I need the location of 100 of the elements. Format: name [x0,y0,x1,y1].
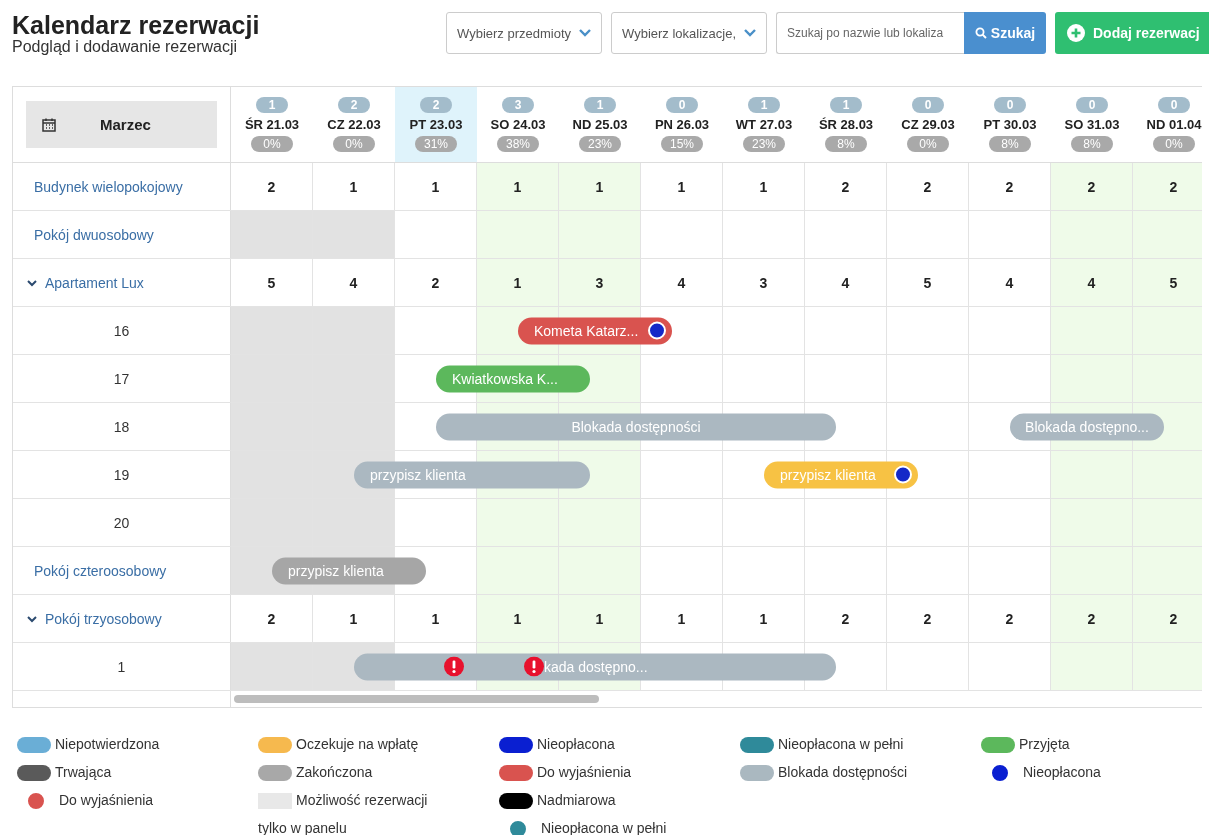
table-cell: 2 [805,163,887,210]
table-cell: 1 [313,595,395,642]
day-label: PT 30.03 [983,117,1037,132]
table-cell: 1 [723,163,805,210]
occupancy-badge: 23% [743,136,785,152]
booking-bar[interactable]: przypisz klienta [354,461,590,488]
day-label: ND 01.04 [1146,117,1202,132]
table-cell: 1 [395,595,477,642]
occupancy-badge: 38% [497,136,539,152]
table-cell: 2 [1051,595,1133,642]
occupancy-badge: 8% [825,136,867,152]
legend-label: Niepotwierdzona [55,736,160,752]
table-cell: 4 [805,259,887,306]
page-subtitle: Podgląd i dodawanie rezerwacji [12,38,238,56]
month-button[interactable]: Marzec [26,101,217,148]
count-badge: 2 [420,97,452,113]
table-cell: 1 [641,595,723,642]
table-cell: 4 [969,259,1051,306]
dropdown[interactable]: Wybierz lokalizacje, [611,12,767,54]
table-cell: 1 [559,163,641,210]
table-cell: 1 [723,595,805,642]
count-badge: 0 [994,97,1026,113]
table-cell: 1 [641,163,723,210]
table-cell: 2 [887,595,969,642]
table-cell: 1 [477,163,559,210]
table-cell: 2 [395,259,477,306]
count-badge: 1 [830,97,862,113]
occupancy-badge: 0% [333,136,375,152]
occupancy-badge: 0% [907,136,949,152]
legend-label: Do wyjaśnienia [537,764,632,780]
occupancy-badge: 8% [1071,136,1113,152]
table-cell: 2 [1133,595,1202,642]
search-field[interactable]: Szukaj po nazwie lub lokaliza [776,12,964,54]
booking-bar[interactable]: Blokada dostępno... [1010,413,1164,440]
legend-label: Nieopłacona [537,736,615,752]
table-cell: 5 [231,259,313,306]
occupancy-badge: 0% [251,136,293,152]
day-label: WT 27.03 [735,117,793,132]
table-cell: 4 [641,259,723,306]
day-label: SO 24.03 [490,117,546,132]
table-cell: 1 [395,163,477,210]
table-cell: 3 [559,259,641,306]
day-label: CZ 22.03 [327,117,381,132]
table-cell: 1 [313,163,395,210]
chevron-icon [579,29,591,37]
table-cell: 1 [477,259,559,306]
occupancy-badge: 15% [661,136,703,152]
add-button[interactable]: Dodaj rezerwacj [1055,12,1209,54]
count-badge: 0 [912,97,944,113]
booking-bar[interactable]: Blokada dostępności [436,413,836,440]
count-badge: 0 [666,97,698,113]
legend-label: Możliwość rezerwacji tylko w panelu [258,792,428,835]
booking-bar[interactable]: przypisz klienta [272,557,426,584]
table-cell: 3 [723,259,805,306]
legend-label: Nieopłacona w pełni [541,820,667,835]
search-button[interactable]: Szukaj [964,12,1046,54]
day-label: ND 25.03 [572,117,628,132]
chevron-icon[interactable] [27,277,37,288]
chevron-icon [744,29,756,37]
day-label: PN 26.03 [654,117,710,132]
occupancy-badge: 8% [989,136,1031,152]
plus-icon [1067,24,1085,42]
table-cell: 2 [805,595,887,642]
occupancy-badge: 31% [415,136,457,152]
row-label[interactable]: Budynek wielopokojowy [13,178,183,195]
day-label: SO 31.03 [1064,117,1120,132]
booking-bar[interactable]: kada dostępno... [354,653,836,680]
occupancy-badge: 0% [1153,136,1195,152]
legend-label: Nadmiarowa [537,792,616,808]
row-label[interactable]: Pokój dwuosobowy [13,226,154,243]
row-label[interactable]: Pokój czteroosobowy [13,562,167,579]
table-cell: 2 [1051,163,1133,210]
legend-label: Trwająca [55,764,112,780]
day-label: ŚR 28.03 [818,117,874,132]
calendar-icon [42,117,56,132]
count-badge: 3 [502,97,534,113]
table-cell: 2 [231,163,313,210]
scrollbar[interactable] [234,695,599,703]
row-label[interactable]: Apartament Lux [45,274,144,291]
count-badge: 1 [256,97,288,113]
table-cell: 2 [231,595,313,642]
booking-bar[interactable]: Kometa Katarz... [518,317,672,344]
search-icon [974,27,987,39]
table-cell: 1 [477,595,559,642]
count-badge: 1 [584,97,616,113]
row-label[interactable]: Pokój trzyosobowy [45,610,162,627]
count-badge: 0 [1158,97,1190,113]
table-cell: 2 [1133,163,1202,210]
chevron-icon[interactable] [27,613,37,624]
table-cell: 2 [969,163,1051,210]
legend-label: Blokada dostępności [778,764,908,780]
table-cell: 2 [887,163,969,210]
table-cell: 1 [559,595,641,642]
count-badge: 0 [1076,97,1108,113]
table-cell: 5 [887,259,969,306]
table-cell: 4 [1051,259,1133,306]
occupancy-badge: 23% [579,136,621,152]
booking-bar[interactable]: Kwiatkowska K... [436,365,590,392]
legend-label: Nieopłacona [1023,764,1101,780]
dropdown[interactable]: Wybierz przedmioty [446,12,602,54]
